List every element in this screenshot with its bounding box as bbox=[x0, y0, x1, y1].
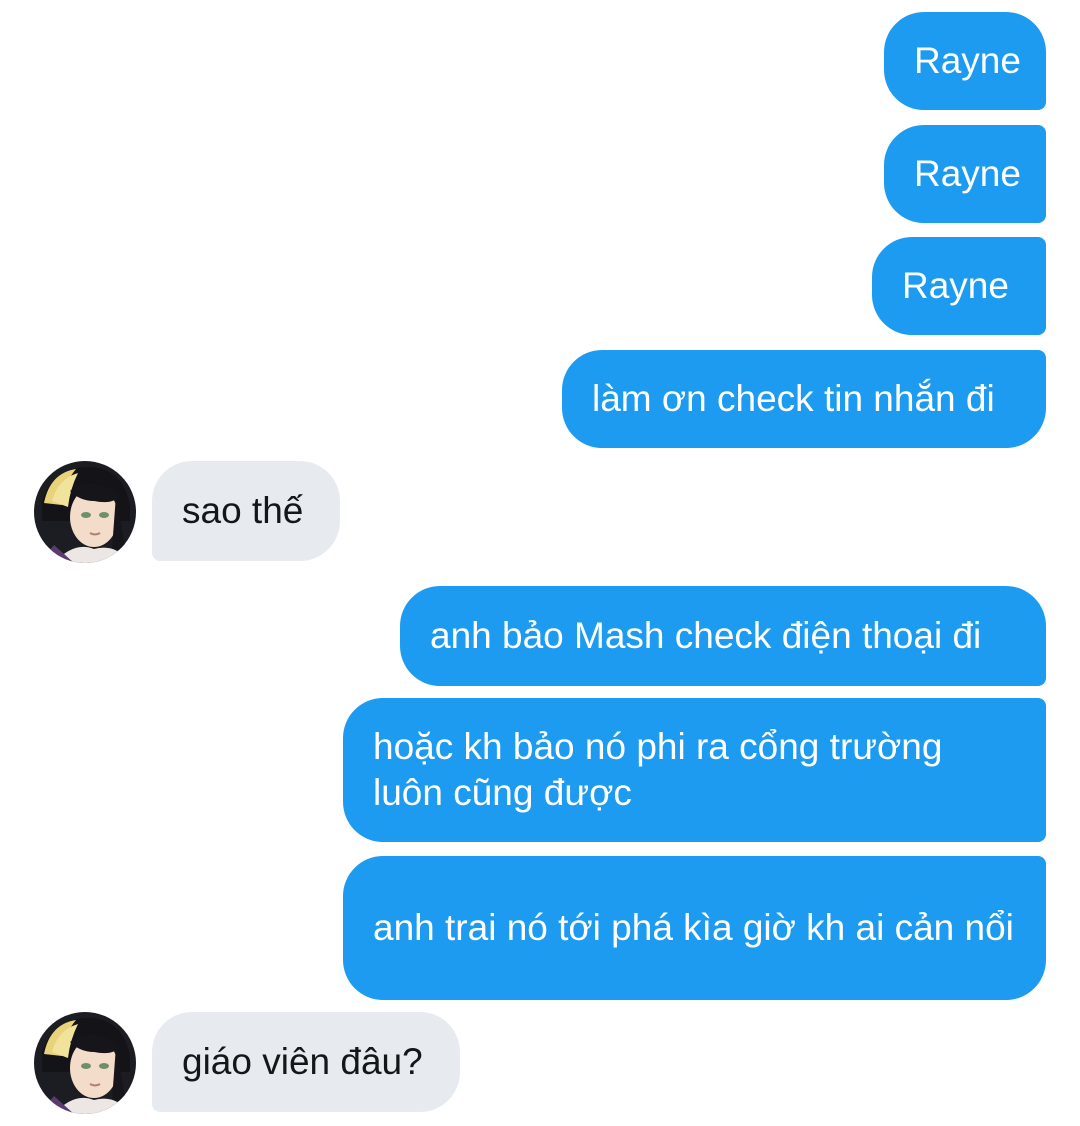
dm-conversation: Rayne Rayne Rayne làm ơn check tin nhắn … bbox=[0, 0, 1080, 1126]
message-bubble-sent[interactable]: anh bảo Mash check điện thoại đi bbox=[400, 586, 1046, 686]
message-bubble-sent[interactable]: Rayne bbox=[872, 237, 1046, 335]
message-text: làm ơn check tin nhắn đi bbox=[592, 378, 995, 419]
message-bubble-received[interactable]: sao thế bbox=[152, 461, 340, 561]
message-bubble-sent[interactable]: anh trai nó tới phá kìa giờ kh ai cản nổ… bbox=[343, 856, 1046, 1000]
message-text: Rayne bbox=[914, 40, 1021, 81]
message-text: anh trai nó tới phá kìa giờ kh ai cản nổ… bbox=[373, 907, 1014, 948]
message-bubble-sent[interactable]: làm ơn check tin nhắn đi bbox=[562, 350, 1046, 448]
message-bubble-sent[interactable]: Rayne bbox=[884, 125, 1046, 223]
contact-avatar[interactable] bbox=[34, 1012, 136, 1114]
message-bubble-sent[interactable]: hoặc kh bảo nó phi ra cổng trường luôn c… bbox=[343, 698, 1046, 842]
message-text: Rayne bbox=[902, 265, 1009, 306]
message-text: hoặc kh bảo nó phi ra cổng trường luôn c… bbox=[373, 726, 953, 813]
message-text: Rayne bbox=[914, 153, 1021, 194]
message-text: sao thế bbox=[182, 490, 304, 531]
message-bubble-received[interactable]: giáo viên đâu? bbox=[152, 1012, 460, 1112]
contact-avatar[interactable] bbox=[34, 461, 136, 563]
avatar-portrait-icon bbox=[34, 461, 136, 563]
avatar-portrait-icon bbox=[34, 1012, 136, 1114]
message-text: anh bảo Mash check điện thoại đi bbox=[430, 615, 982, 656]
message-bubble-sent[interactable]: Rayne bbox=[884, 12, 1046, 110]
message-text: giáo viên đâu? bbox=[182, 1041, 423, 1082]
